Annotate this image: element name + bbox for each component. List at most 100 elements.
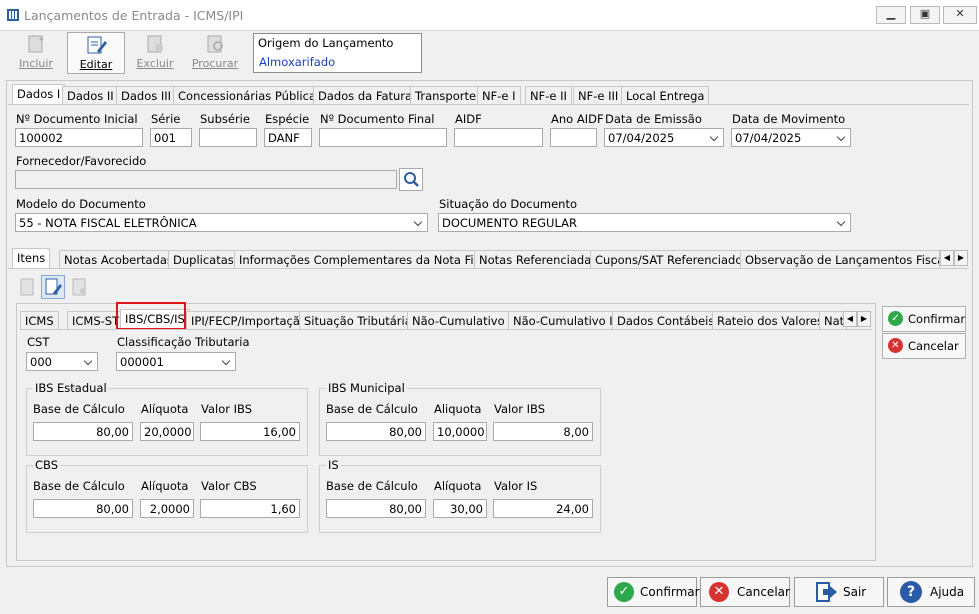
tab-dados-i[interactable]: Dados I — [12, 84, 66, 105]
excluir-button[interactable]: Excluir — [127, 32, 183, 72]
close-button[interactable]: ✕ — [943, 6, 977, 24]
situacao-select[interactable]: DOCUMENTO REGULAR — [438, 213, 851, 232]
ibs-est-aliq-input[interactable]: 20,0000 — [140, 422, 194, 441]
serie-input[interactable]: 001 — [150, 128, 192, 147]
data-emissao-label: Data de Emissão — [605, 112, 702, 126]
item-cancelar-button[interactable]: ✕ Cancelar — [882, 333, 966, 359]
fornecedor-input[interactable] — [15, 170, 397, 189]
tab-cupons-sat[interactable]: Cupons/SAT Referenciados — [590, 250, 754, 269]
tab-scroll-right[interactable]: ▶ — [954, 250, 968, 266]
inner-tab-scroll-left[interactable]: ◀ — [843, 311, 857, 327]
ajuda-button[interactable]: ? Ajuda — [887, 577, 975, 607]
ano-aidf-input[interactable] — [550, 128, 597, 147]
fornecedor-search-button[interactable] — [399, 168, 423, 191]
ibs-mun-valor-input[interactable]: 8,00 — [493, 422, 593, 441]
item-delete-button[interactable] — [68, 276, 90, 298]
tab-notas-referenciadas[interactable]: Notas Referenciadas — [474, 250, 603, 269]
tab-itens[interactable]: Itens — [12, 248, 51, 269]
especie-input[interactable]: DANF — [264, 128, 312, 147]
tab-nao-cumulativo-i[interactable]: Não-Cumulativo I — [407, 311, 517, 330]
modelo-select[interactable]: 55 - NOTA FISCAL ELETRÔNICA — [15, 213, 428, 232]
is-title: IS — [326, 458, 341, 472]
editar-button[interactable]: Editar — [67, 32, 125, 74]
inner-tab-scroll-right[interactable]: ▶ — [857, 311, 871, 327]
is-valor-label: Valor IS — [494, 479, 538, 493]
doc-final-input[interactable] — [319, 128, 447, 147]
incluir-label: Incluir — [19, 57, 53, 70]
ibs-mun-aliq-label: Aliquota — [434, 402, 482, 416]
window-title: Lançamentos de Entrada - ICMS/IPI — [24, 8, 244, 23]
cancelar-label: Cancelar — [737, 585, 790, 599]
tab-nao-cumulativo-ii[interactable]: Não-Cumulativo II — [508, 311, 622, 330]
is-valor-input[interactable]: 24,00 — [493, 499, 593, 518]
app-icon — [7, 9, 19, 21]
cancel-icon: ✕ — [709, 582, 729, 602]
origem-label: Origem do Lançamento — [258, 36, 394, 50]
ibs-estadual-title: IBS Estadual — [33, 381, 109, 395]
tab-notas-acobertadas[interactable]: Notas Acobertadas — [59, 250, 178, 269]
ibs-est-base-input[interactable]: 80,00 — [33, 422, 133, 441]
cbs-base-input[interactable]: 80,00 — [33, 499, 133, 518]
class-label: Classificação Tributaria — [117, 335, 250, 349]
item-confirmar-label: Confirmar — [908, 312, 966, 326]
ibs-mun-base-input[interactable]: 80,00 — [326, 422, 426, 441]
tab-duplicatas[interactable]: Duplicatas — [168, 250, 239, 269]
ibs-est-aliq-label: Alíquota — [141, 402, 189, 416]
tab-dados-contabeis[interactable]: Dados Contábeis — [612, 311, 720, 330]
is-aliq-input[interactable]: 30,00 — [433, 499, 487, 518]
edit-item-icon — [45, 278, 62, 295]
tab-dados-iii[interactable]: Dados III — [116, 86, 177, 105]
origem-box: Origem do Lançamento Almoxarifado — [253, 33, 422, 73]
search-document-icon — [207, 35, 223, 53]
tab-icms[interactable]: ICMS — [20, 311, 59, 330]
cbs-aliq-input[interactable]: 2,0000 — [140, 499, 194, 518]
maximize-button[interactable]: ▣ — [910, 6, 940, 24]
data-movimento-picker[interactable]: 07/04/2025 — [731, 128, 851, 147]
sair-button[interactable]: Sair — [794, 577, 884, 607]
data-emissao-picker[interactable]: 07/04/2025 — [604, 128, 724, 147]
class-tributaria-select[interactable]: 000001 — [116, 352, 236, 371]
confirmar-button[interactable]: ✓ Confirmar — [607, 577, 700, 607]
ibs-municipal-title: IBS Municipal — [326, 381, 407, 395]
subserie-input[interactable] — [199, 128, 257, 147]
ajuda-label: Ajuda — [930, 585, 965, 599]
tab-ipi-fecp[interactable]: IPI/FECP/Importação — [186, 311, 312, 330]
tab-transporte[interactable]: Transporte — [410, 86, 482, 105]
search-icon — [404, 172, 419, 187]
procurar-button[interactable]: Procurar — [187, 32, 243, 72]
item-edit-button[interactable] — [41, 275, 65, 299]
aidf-input[interactable] — [454, 128, 543, 147]
ibs-est-valor-input[interactable]: 16,00 — [200, 422, 300, 441]
cbs-valor-input[interactable]: 1,60 — [200, 499, 300, 518]
minimize-button[interactable]: ▁ — [876, 6, 906, 24]
situacao-label: Situação do Documento — [439, 197, 578, 211]
is-aliq-label: Alíquota — [434, 479, 482, 493]
tab-dados-ii[interactable]: Dados II — [62, 86, 119, 105]
tab-local-entrega[interactable]: Local Entrega — [621, 86, 710, 105]
highlight-box — [116, 302, 186, 330]
delete-item-icon — [72, 278, 86, 296]
check-icon: ✓ — [888, 311, 903, 326]
cbs-aliq-label: Alíquota — [141, 479, 189, 493]
confirmar-label: Confirmar — [640, 585, 700, 599]
tab-situacao-tributaria[interactable]: Situação Tributária — [299, 311, 417, 330]
doc-inicial-input[interactable]: 100002 — [15, 128, 143, 147]
tab-observacao[interactable]: Observação de Lançamentos Fiscais (C — [740, 250, 940, 269]
tab-scroll-left[interactable]: ◀ — [940, 250, 954, 266]
ibs-est-valor-label: Valor IBS — [201, 402, 253, 416]
tab-rateio-valores[interactable]: Rateio dos Valores — [712, 311, 829, 330]
tab-concessionarias[interactable]: Concessionárias Públicas — [173, 86, 327, 105]
tab-nfe-i[interactable]: NF-e I — [477, 86, 521, 105]
tab-nfe-ii[interactable]: NF-e II — [525, 86, 572, 105]
is-base-input[interactable]: 80,00 — [326, 499, 426, 518]
incluir-button[interactable]: ✦ Incluir — [8, 32, 64, 72]
ibs-mun-aliq-input[interactable]: 10,0000 — [433, 422, 487, 441]
cancelar-button[interactable]: ✕ Cancelar — [700, 577, 790, 607]
cst-select[interactable]: 000 — [26, 352, 98, 371]
item-confirmar-button[interactable]: ✓ Confirmar — [882, 306, 966, 332]
tab-info-complementares[interactable]: Informações Complementares da Nota Fisca… — [234, 250, 502, 269]
tab-dados-fatura[interactable]: Dados da Fatura — [313, 86, 418, 105]
tab-nfe-iii[interactable]: NF-e III — [573, 86, 624, 105]
cbs-title: CBS — [33, 458, 61, 472]
item-add-button[interactable] — [16, 276, 38, 298]
